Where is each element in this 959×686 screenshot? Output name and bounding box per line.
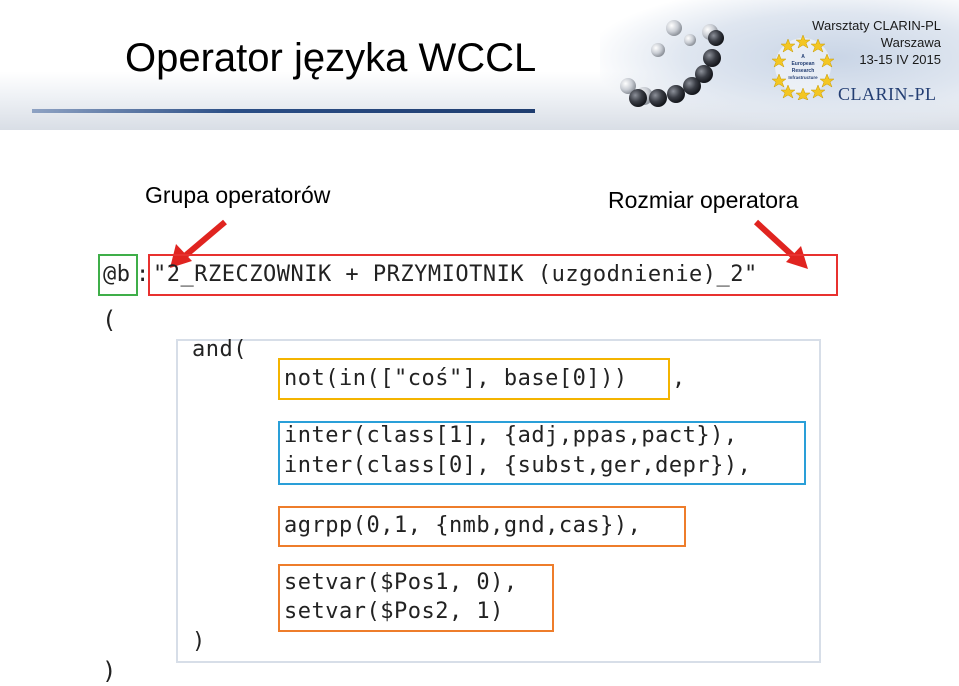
eu-badge-text-a: A: [801, 54, 805, 60]
title-underline: [32, 109, 535, 113]
eu-badge-text-research: Research: [792, 68, 815, 74]
workshop-info: Warsztaty CLARIN-PL Warszawa 13-15 IV 20…: [812, 17, 941, 68]
code-setvar-line-1: setvar($Pos1, 0),: [284, 570, 518, 595]
code-agrpp-line: agrpp(0,1, {nmb,gnd,cas}),: [284, 513, 642, 538]
code-not-line: not(in(["coś"], base[0])): [284, 366, 628, 391]
slide-title: Operator języka WCCL: [125, 36, 537, 80]
clarin-pl-logo: CLARIN-PL: [838, 84, 937, 104]
eu-badge-text-infrastructure: Infrastructure: [788, 75, 818, 80]
workshop-dates: 13-15 IV 2015: [859, 52, 941, 67]
code-inter-line-1: inter(class[1], {adj,ppas,pact}),: [284, 423, 738, 448]
code-close-paren: ): [102, 657, 117, 685]
code-inner-close-paren: ): [192, 629, 206, 654]
code-colon: :: [136, 262, 150, 287]
code-not-comma: ,: [672, 366, 686, 391]
label-operator-group: Grupa operatorów: [145, 182, 331, 208]
code-group-label: @b: [103, 262, 131, 287]
code-open-paren: (: [102, 306, 117, 334]
workshop-name: Warsztaty CLARIN-PL: [812, 18, 941, 33]
workshop-city: Warszawa: [880, 35, 941, 50]
code-operator-name: "2_RZECZOWNIK + PRZYMIOTNIK (uzgodnienie…: [153, 262, 758, 287]
eu-badge-text-european: European: [791, 61, 814, 67]
label-operator-size: Rozmiar operatora: [608, 187, 799, 213]
code-and-open: and(: [192, 337, 247, 362]
clarin-dots-graphic: [620, 20, 724, 107]
code-inter-line-2: inter(class[0], {subst,ger,depr}),: [284, 453, 752, 478]
code-setvar-line-2: setvar($Pos2, 1): [284, 599, 504, 624]
